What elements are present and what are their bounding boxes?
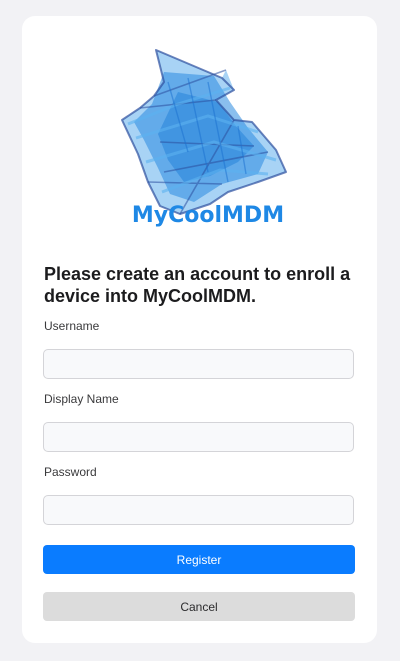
logo-brand-text: MyCoolMDM (132, 203, 284, 228)
username-label: Username (44, 319, 100, 333)
page-title: Please create an account to enroll a dev… (44, 264, 351, 306)
register-button[interactable]: Register (43, 545, 355, 574)
logo-scribble-icon: MyCoolMDM (121, 49, 287, 228)
password-label: Password (44, 465, 97, 479)
registration-card: MyCoolMDM Please create an account to en… (22, 16, 377, 643)
cancel-button[interactable]: Cancel (43, 592, 355, 621)
password-field[interactable] (43, 495, 354, 525)
display-name-field[interactable] (43, 422, 354, 452)
username-field[interactable] (43, 349, 354, 379)
display-name-label: Display Name (44, 392, 119, 406)
mycoolmdm-logo: MyCoolMDM (118, 42, 298, 228)
